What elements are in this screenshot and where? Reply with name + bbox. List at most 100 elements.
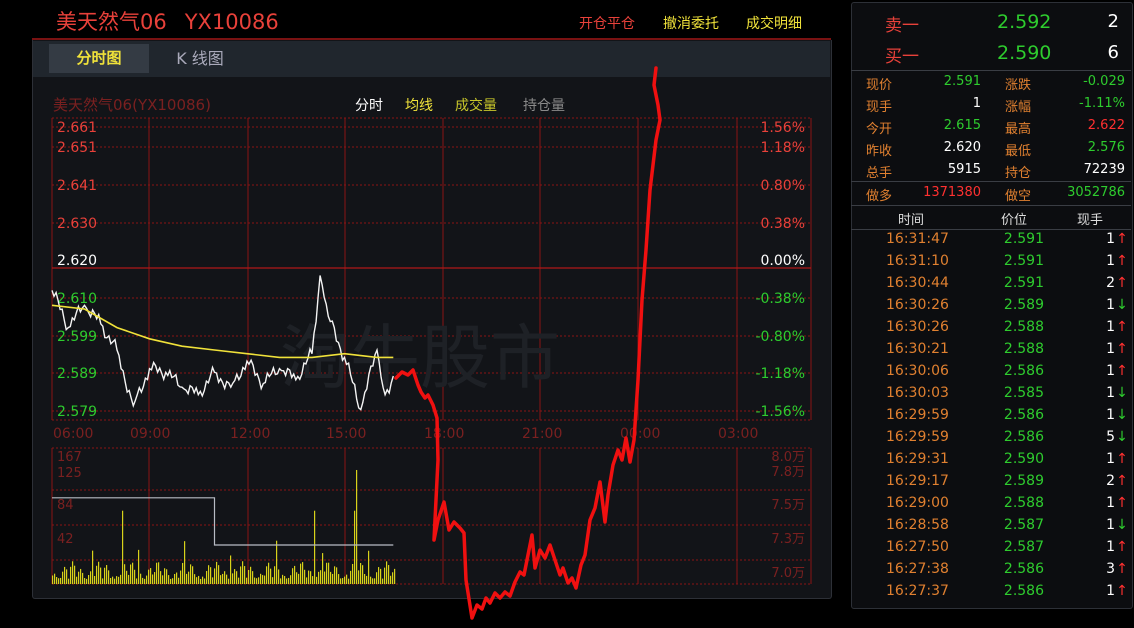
volume-bar [262,575,264,584]
tick-row[interactable]: 16:31:47 2.591 1 ↑ [851,229,1131,251]
y-tick-label: 2.620 [57,253,97,269]
quote-value: -0.029 [1083,74,1125,89]
tick-row[interactable]: 16:29:59 2.586 1 ↓ [851,405,1131,427]
tick-row[interactable]: 16:29:59 2.586 5 ↓ [851,427,1131,449]
tick-price: 2.588 [1003,319,1044,335]
volume-bar [310,571,312,584]
arrow-up-icon: ↑ [1116,319,1128,335]
volume-bar [388,565,390,584]
tick-price: 2.586 [1003,583,1044,599]
volume-bar [196,577,198,584]
quote-value: 2.576 [1087,140,1125,155]
tick-price: 2.591 [1003,231,1044,247]
chart-tab-volume[interactable]: 成交量 [455,95,497,115]
volume-bar [272,577,274,584]
volume-bar [268,562,270,584]
tick-row[interactable]: 16:30:26 2.589 1 ↓ [851,295,1131,317]
volume-bar [70,566,72,584]
ticks-header-time: 时间 [898,213,925,228]
tick-price: 2.586 [1003,429,1044,445]
tick-row[interactable]: 16:30:06 2.586 1 ↑ [851,361,1131,383]
volume-bar [94,575,96,584]
volume-bar [356,469,358,584]
chart-instrument-label: 美天然气06(YX10086) [53,96,211,114]
volume-bar [286,578,288,584]
chart-tab-intraday[interactable]: 分时 [355,95,383,115]
volume-bar [358,570,360,584]
volume-bar [384,567,386,584]
quote-value: -1.11% [1079,96,1125,111]
tick-row[interactable]: 16:30:03 2.585 1 ↓ [851,383,1131,405]
short-label: 做空 [1005,189,1032,204]
tick-volume: 1 [1106,297,1115,313]
volume-bar [202,576,204,584]
tick-time: 16:31:10 [886,253,949,269]
ticks-header: 时间 价位 现手 [851,207,1131,229]
pct-tick-label: 1.56% [761,120,805,136]
pct-tick-label: 0.00% [761,253,805,269]
volume-bar [344,576,346,584]
volume-bar [362,565,364,584]
arrow-up-icon: ↑ [1116,341,1128,357]
volume-bar [368,550,370,584]
volume-bar [316,576,318,584]
tick-volume: 1 [1106,385,1115,401]
divider [851,205,1131,206]
arrow-up-icon: ↑ [1116,583,1128,599]
oi-tick-label: 7.3万 [771,532,805,547]
arrow-up-icon: ↑ [1116,253,1128,269]
volume-bar [126,570,128,584]
volume-bar [74,565,76,584]
volume-bar [298,573,300,584]
volume-bar [230,555,232,584]
tick-row[interactable]: 16:29:31 2.590 1 ↑ [851,449,1131,471]
volume-bar [186,573,188,584]
pct-tick-label: -0.80% [755,329,805,345]
volume-bar [306,577,308,584]
volume-bar [64,566,66,584]
x-tick-label: 18:00 [424,426,464,442]
quote-row: 总手 5915 持仓 72239 [851,160,1131,182]
tick-row[interactable]: 16:27:38 2.586 3 ↑ [851,559,1131,581]
volume-bar [78,571,80,584]
volume-bar [350,570,352,584]
tick-price: 2.590 [1003,451,1044,467]
ask-row[interactable]: 卖一 2.592 2 [851,11,1131,38]
chart-tab-open-interest[interactable]: 持仓量 [523,95,565,115]
volume-bar [214,568,216,584]
volume-bar [284,576,286,584]
volume-bar [270,568,272,584]
volume-bar [364,574,366,584]
tick-row[interactable]: 16:30:44 2.591 2 ↑ [851,273,1131,295]
tick-row[interactable]: 16:29:17 2.589 2 ↑ [851,471,1131,493]
oi-tick-label: 8.0万 [771,450,805,465]
tick-row[interactable]: 16:29:00 2.588 1 ↑ [851,493,1131,515]
volume-bar [260,573,262,584]
volume-bar [170,578,172,584]
volume-bar [120,574,122,584]
volume-bar [252,571,254,584]
tick-price: 2.589 [1003,473,1044,489]
tick-price: 2.587 [1003,539,1044,555]
arrow-up-icon: ↑ [1116,275,1128,291]
tick-volume: 1 [1106,495,1115,511]
volume-bar [266,566,268,584]
volume-bar [390,575,392,584]
volume-bar [72,561,74,584]
tick-row[interactable]: 16:30:21 2.588 1 ↑ [851,339,1131,361]
volume-bar [278,569,280,584]
tick-row[interactable]: 16:27:37 2.586 1 ↑ [851,581,1131,603]
volume-bar [208,565,210,584]
volume-bar [130,564,132,584]
tick-row[interactable]: 16:27:50 2.587 1 ↑ [851,537,1131,559]
tick-row[interactable]: 16:30:26 2.588 1 ↑ [851,317,1131,339]
chart-tab-average[interactable]: 均线 [405,95,433,115]
bid-row[interactable]: 买一 2.590 6 [851,42,1131,69]
tick-time: 16:30:26 [886,297,949,313]
quote-row: 今开 2.615 最高 2.622 [851,116,1131,138]
arrow-down-icon: ↓ [1116,297,1128,313]
volume-bar [370,576,372,584]
volume-bar [228,578,230,584]
tick-row[interactable]: 16:31:10 2.591 1 ↑ [851,251,1131,273]
tick-row[interactable]: 16:28:58 2.587 1 ↓ [851,515,1131,537]
